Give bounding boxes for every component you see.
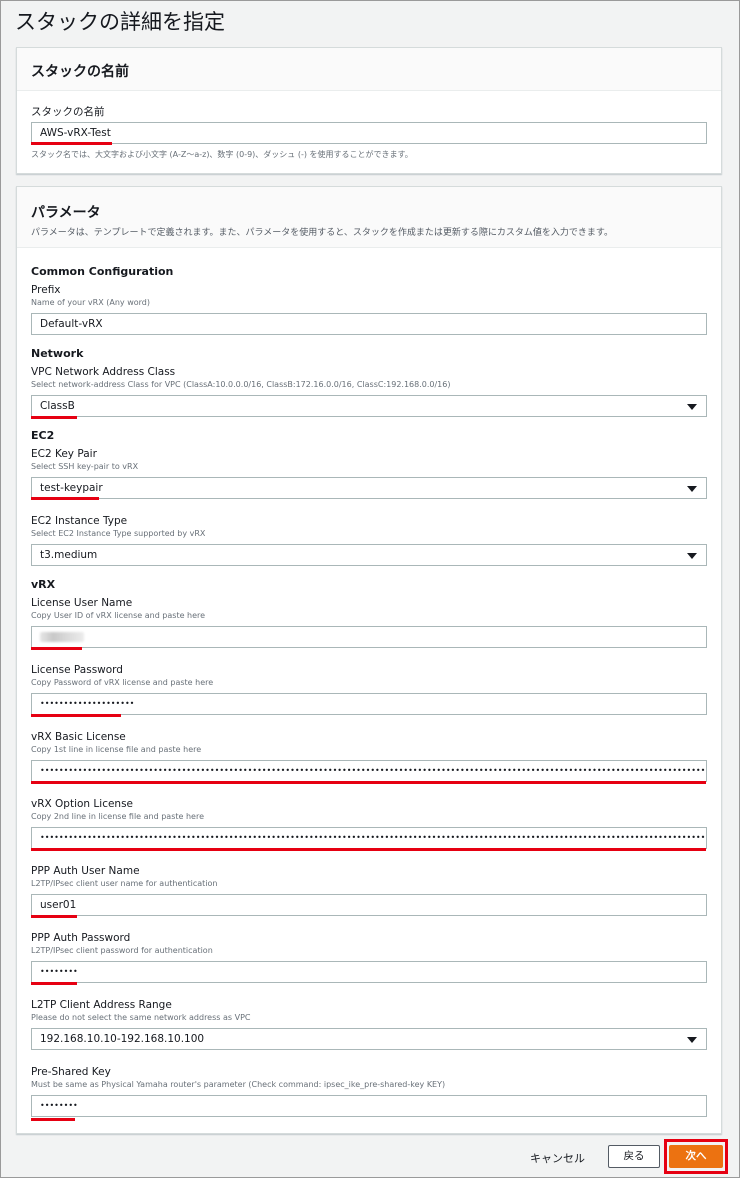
l2tp-range-label: L2TP Client Address Range	[31, 999, 172, 1011]
l2tp-range-select[interactable]: 192.168.10.10-192.168.10.100	[31, 1028, 707, 1050]
stack-name-panel: スタックの名前 スタックの名前 AWS-vRX-Test スタック名では、大文字…	[16, 47, 722, 174]
prefix-desc: Name of your vRX (Any word)	[31, 298, 150, 307]
instance-type-label: EC2 Instance Type	[31, 515, 128, 527]
prefix-label: Prefix	[31, 284, 61, 296]
caret-down-icon	[687, 1037, 697, 1043]
license-user-input[interactable]	[31, 626, 707, 648]
vpc-class-desc: Select network-address Class for VPC (Cl…	[31, 380, 451, 389]
blurred-user-id	[40, 632, 84, 642]
l2tp-range-value: 192.168.10.10-192.168.10.100	[40, 1033, 205, 1045]
key-pair-label: EC2 Key Pair	[31, 448, 97, 460]
parameters-panel-title: パラメータ	[31, 205, 101, 221]
license-user-desc: Copy User ID of vRX license and paste he…	[31, 611, 206, 620]
psk-input[interactable]: ••••••••	[31, 1095, 707, 1117]
ppp-password-desc: L2TP/IPsec client password for authentic…	[31, 946, 213, 955]
ppp-user-desc: L2TP/IPsec client user name for authenti…	[31, 879, 218, 888]
stack-name-input[interactable]: AWS-vRX-Test	[31, 122, 707, 144]
prefix-input[interactable]: Default-vRX	[31, 313, 707, 335]
key-pair-desc: Select SSH key-pair to vRX	[31, 462, 139, 471]
annotation-underline	[31, 647, 82, 650]
basic-license-label: vRX Basic License	[31, 731, 126, 743]
ppp-password-label: PPP Auth Password	[31, 932, 131, 944]
option-license-input[interactable]: ••••••••••••••••••••••••••••••••••••••••…	[31, 827, 707, 849]
instance-type-value: t3.medium	[40, 549, 98, 561]
group-ec2: EC2	[31, 429, 55, 442]
ppp-user-input[interactable]: user01	[31, 894, 707, 916]
group-vrx: vRX	[31, 578, 56, 591]
annotation-underline	[31, 714, 121, 717]
psk-desc: Must be same as Physical Yamaha router's…	[31, 1080, 446, 1089]
vpc-class-value: ClassB	[40, 400, 75, 412]
group-network: Network	[31, 347, 84, 360]
license-password-input[interactable]: ••••••••••••••••••••	[31, 693, 707, 715]
parameters-panel: パラメータ パラメータは、テンプレートで定義されます。また、パラメータを使用する…	[16, 186, 722, 1134]
l2tp-range-desc: Please do not select the same network ad…	[31, 1013, 251, 1022]
option-license-desc: Copy 2nd line in license file and paste …	[31, 812, 204, 821]
key-pair-value: test-keypair	[40, 482, 103, 494]
option-license-label: vRX Option License	[31, 798, 134, 810]
stack-name-hint: スタック名では、大文字および小文字 (A-Z〜a-z)、数字 (0-9)、ダッシ…	[31, 150, 413, 159]
caret-down-icon	[687, 404, 697, 410]
license-password-label: License Password	[31, 664, 123, 676]
basic-license-desc: Copy 1st line in license file and paste …	[31, 745, 202, 754]
annotation-underline	[31, 1118, 75, 1121]
stack-name-panel-header: スタックの名前	[17, 48, 721, 91]
ppp-user-label: PPP Auth User Name	[31, 865, 140, 877]
annotation-underline	[31, 848, 706, 851]
annotation-underline	[31, 781, 706, 784]
next-button[interactable]: 次へ	[669, 1145, 723, 1168]
parameters-panel-description: パラメータは、テンプレートで定義されます。また、パラメータを使用すると、スタック…	[31, 228, 614, 238]
license-user-label: License User Name	[31, 597, 133, 609]
group-common-configuration: Common Configuration	[31, 265, 174, 278]
vpc-class-select[interactable]: ClassB	[31, 395, 707, 417]
stack-name-panel-title: スタックの名前	[31, 64, 129, 80]
psk-label: Pre-Shared Key	[31, 1066, 111, 1078]
stack-name-label: スタックの名前	[31, 106, 105, 118]
cancel-button[interactable]: キャンセル	[522, 1146, 593, 1170]
ppp-password-input[interactable]: ••••••••	[31, 961, 707, 983]
instance-type-select[interactable]: t3.medium	[31, 544, 707, 566]
vpc-class-label: VPC Network Address Class	[31, 366, 176, 378]
key-pair-select[interactable]: test-keypair	[31, 477, 707, 499]
caret-down-icon	[687, 553, 697, 559]
parameters-panel-header: パラメータ パラメータは、テンプレートで定義されます。また、パラメータを使用する…	[17, 187, 721, 248]
annotation-underline	[31, 982, 77, 985]
annotation-underline	[31, 915, 77, 918]
annotation-underline	[31, 142, 112, 145]
instance-type-desc: Select EC2 Instance Type supported by vR…	[31, 529, 206, 538]
annotation-underline	[31, 497, 99, 500]
basic-license-input[interactable]: ••••••••••••••••••••••••••••••••••••••••…	[31, 760, 707, 782]
page-title: スタックの詳細を指定	[15, 10, 225, 34]
annotation-underline	[31, 416, 77, 419]
caret-down-icon	[687, 486, 697, 492]
back-button[interactable]: 戻る	[608, 1145, 660, 1168]
license-password-desc: Copy Password of vRX license and paste h…	[31, 678, 214, 687]
